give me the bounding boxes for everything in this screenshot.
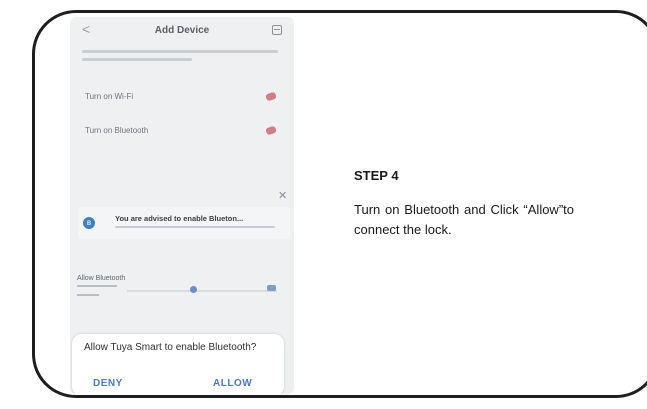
check-icon xyxy=(265,91,277,102)
notice-subline xyxy=(115,226,275,228)
deny-button[interactable]: DENY xyxy=(93,378,123,389)
toggle-icon[interactable] xyxy=(267,285,276,291)
blurred-notice xyxy=(82,50,282,66)
notice-line xyxy=(82,50,278,53)
slider-handle[interactable] xyxy=(190,286,197,293)
step-title: STEP 4 xyxy=(354,168,399,183)
phone-screenshot: < Add Device Turn on Wi-Fi Turn on Bluet… xyxy=(70,17,294,394)
page-title: Add Device xyxy=(154,25,210,36)
bluetooth-row-label[interactable]: Turn on Bluetooth xyxy=(85,126,148,135)
allow-button[interactable]: ALLOW xyxy=(213,378,252,389)
scan-icon[interactable] xyxy=(272,25,282,35)
slider-track[interactable] xyxy=(127,290,277,292)
step-instructions: Turn on Bluetooth and Click “Allow”to co… xyxy=(354,202,574,237)
wifi-row-label[interactable]: Turn on Wi-Fi xyxy=(85,92,133,101)
bluetooth-icon: ʙ xyxy=(83,217,95,229)
check-icon xyxy=(265,125,277,136)
allow-bluetooth-setting: Allow Bluetooth xyxy=(77,275,287,315)
permission-dialog: Allow Tuya Smart to enable Bluetooth? DE… xyxy=(72,334,284,394)
bluetooth-notice-text: You are advised to enable Blueton... xyxy=(115,214,244,223)
allow-bluetooth-label: Allow Bluetooth xyxy=(77,275,126,282)
bluetooth-notice-card[interactable]: ʙ You are advised to enable Blueton... xyxy=(78,207,290,239)
notice-line xyxy=(82,58,192,61)
close-icon[interactable]: ✕ xyxy=(278,189,287,202)
dialog-message: Allow Tuya Smart to enable Bluetooth? xyxy=(84,342,257,353)
setting-subline xyxy=(77,285,117,287)
setting-subline xyxy=(77,294,99,296)
app-header: < Add Device xyxy=(70,17,294,45)
